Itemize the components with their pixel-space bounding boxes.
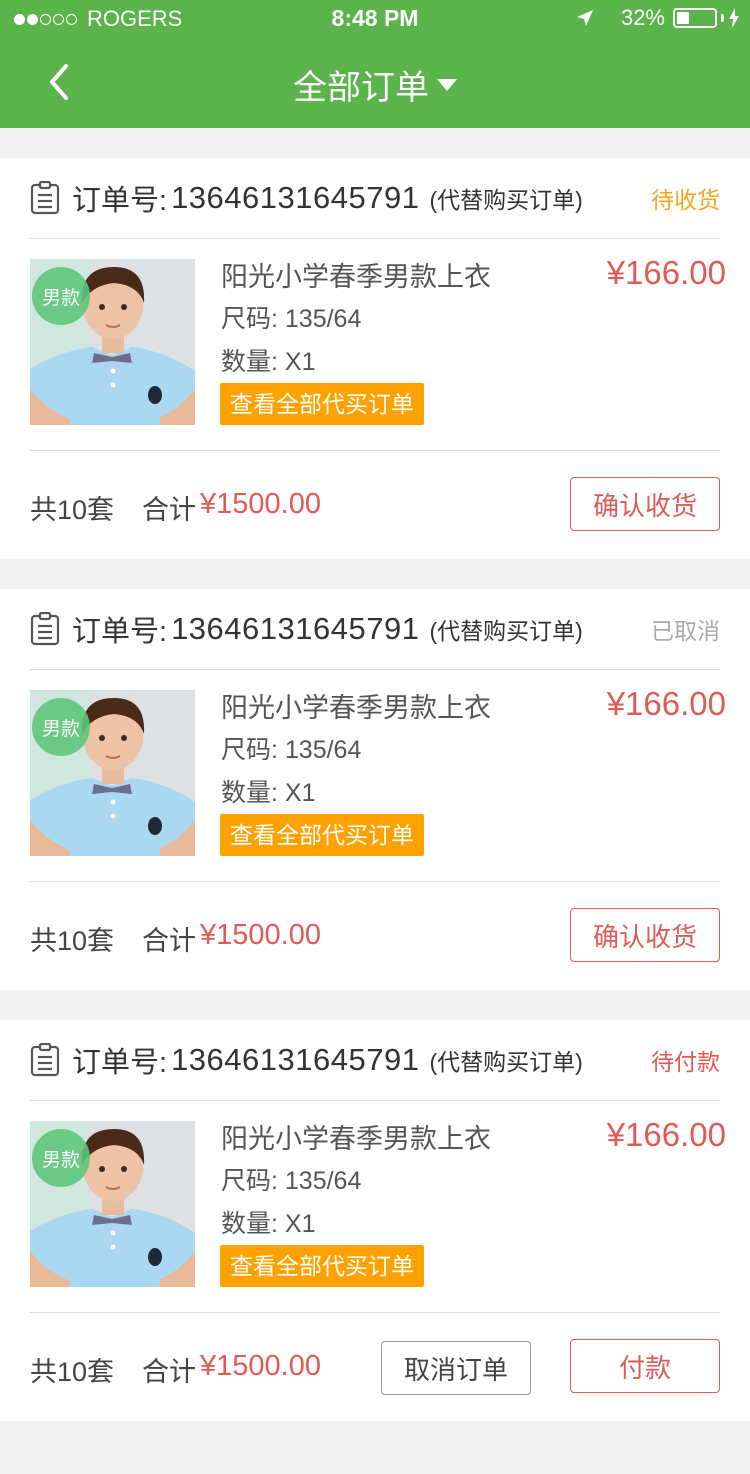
order-number: 13646131645791 xyxy=(171,1042,420,1077)
order-number-label: 订单号: xyxy=(72,616,168,648)
location-arrow-icon xyxy=(576,10,593,26)
view-all-proxy-orders-button[interactable]: 查看全部代买订单 xyxy=(220,1245,424,1287)
pay-button[interactable]: 付款 xyxy=(570,1339,720,1393)
order-document-icon xyxy=(30,1043,60,1077)
charging-bolt-icon xyxy=(729,8,739,28)
page-title: 全部订单 xyxy=(293,69,429,107)
order-status: 已取消 xyxy=(651,618,720,644)
divider xyxy=(30,450,720,451)
order-document-icon xyxy=(30,181,60,215)
view-all-proxy-orders-button[interactable]: 查看全部代买订单 xyxy=(220,383,424,425)
order-status: 待收货 xyxy=(651,187,720,213)
caret-down-icon xyxy=(437,78,457,91)
total-count: 共10套 xyxy=(30,495,115,525)
product-name[interactable]: 阳光小学春季男款上衣 xyxy=(221,255,491,294)
total-label: 合计 xyxy=(142,926,196,956)
product-price: ¥166.00 xyxy=(606,1116,726,1153)
confirm-receipt-button[interactable]: 确认收货 xyxy=(570,908,720,962)
divider xyxy=(30,881,720,882)
divider xyxy=(30,1312,720,1313)
total-count: 共10套 xyxy=(30,1357,115,1387)
order-status: 待付款 xyxy=(651,1049,720,1075)
product-size: 尺码: 135/64 xyxy=(221,305,362,333)
order-header: 订单号: 13646131645791 (代替购买订单) 已取消 xyxy=(30,589,720,670)
order-number-label: 订单号: xyxy=(72,185,168,217)
product-price: ¥166.00 xyxy=(606,254,726,291)
battery-icon xyxy=(673,8,717,28)
battery-level xyxy=(677,12,689,24)
order-card: 订单号: 13646131645791 (代替购买订单) 待付款 男款 阳光小学… xyxy=(0,1020,750,1421)
order-card: 订单号: 13646131645791 (代替购买订单) 已取消 男款 阳光小学… xyxy=(0,589,750,990)
order-filter-dropdown[interactable]: 全部订单 xyxy=(0,60,750,109)
view-all-proxy-orders-button[interactable]: 查看全部代买订单 xyxy=(220,814,424,856)
gender-badge: 男款 xyxy=(32,1129,90,1187)
gender-badge: 男款 xyxy=(32,698,90,756)
product-name[interactable]: 阳光小学春季男款上衣 xyxy=(221,686,491,725)
order-type-note: (代替购买订单) xyxy=(429,187,583,213)
total-label: 合计 xyxy=(142,495,196,525)
app-header: ROGERS 8:48 PM 32% 全部订单 xyxy=(0,0,750,128)
total-amount: ¥1500.00 xyxy=(200,488,321,520)
confirm-receipt-button[interactable]: 确认收货 xyxy=(570,477,720,531)
battery-tip xyxy=(721,14,724,22)
product-price: ¥166.00 xyxy=(606,685,726,722)
product-image[interactable]: 男款 xyxy=(30,1121,195,1287)
order-number: 13646131645791 xyxy=(171,180,420,215)
product-quantity: 数量: X1 xyxy=(221,1210,316,1238)
order-type-note: (代替购买订单) xyxy=(429,618,583,644)
order-number-label: 订单号: xyxy=(72,1047,168,1079)
cancel-order-button[interactable]: 取消订单 xyxy=(381,1341,531,1395)
status-right: 32% xyxy=(575,5,740,31)
product-size: 尺码: 135/64 xyxy=(221,1167,362,1195)
product-name[interactable]: 阳光小学春季男款上衣 xyxy=(221,1117,491,1156)
status-bar: ROGERS 8:48 PM 32% xyxy=(0,0,750,36)
product-image[interactable]: 男款 xyxy=(30,259,195,425)
gender-badge: 男款 xyxy=(32,267,90,325)
order-card: 订单号: 13646131645791 (代替购买订单) 待收货 男款 阳光小学… xyxy=(0,158,750,559)
battery-percent: 32% xyxy=(620,5,665,30)
order-header: 订单号: 13646131645791 (代替购买订单) 待付款 xyxy=(30,1020,720,1101)
order-type-note: (代替购买订单) xyxy=(429,1049,583,1075)
total-label: 合计 xyxy=(142,1357,196,1387)
product-image[interactable]: 男款 xyxy=(30,690,195,856)
total-amount: ¥1500.00 xyxy=(200,1350,321,1382)
product-size: 尺码: 135/64 xyxy=(221,736,362,764)
order-number: 13646131645791 xyxy=(171,611,420,646)
product-quantity: 数量: X1 xyxy=(221,348,316,376)
order-header: 订单号: 13646131645791 (代替购买订单) 待收货 xyxy=(30,158,720,239)
product-quantity: 数量: X1 xyxy=(221,779,316,807)
total-count: 共10套 xyxy=(30,926,115,956)
order-document-icon xyxy=(30,612,60,646)
total-amount: ¥1500.00 xyxy=(200,919,321,951)
